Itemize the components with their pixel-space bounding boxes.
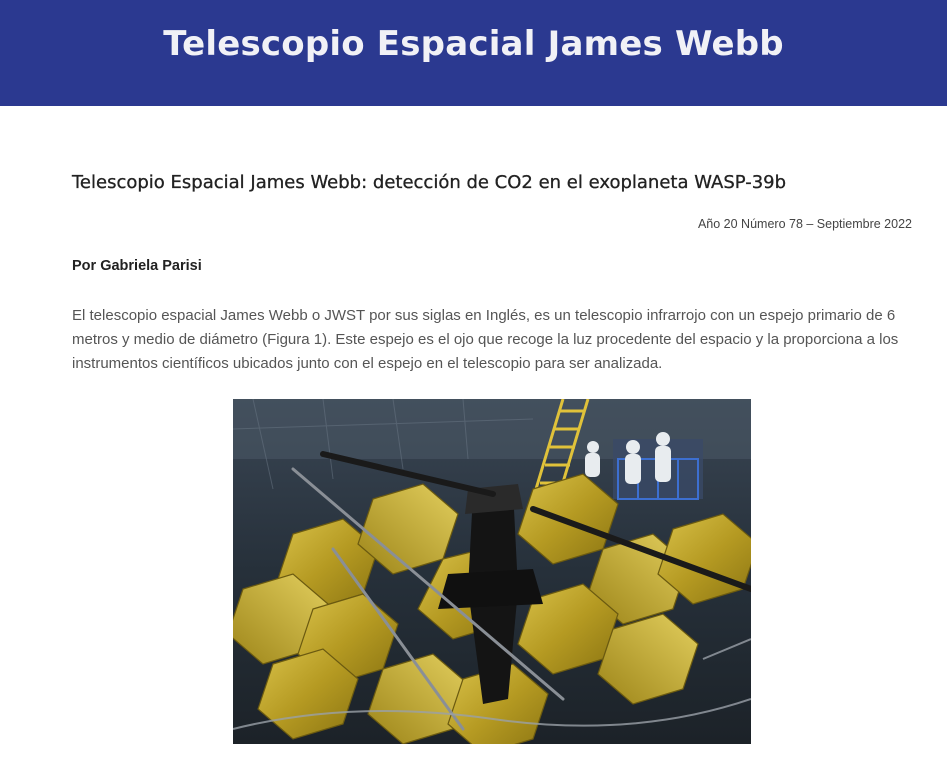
jwst-mirror-photo[interactable] (233, 399, 751, 744)
issue-info: Año 20 Número 78 – Septiembre 2022 (697, 217, 912, 231)
site-title[interactable]: Telescopio Espacial James Webb (163, 24, 784, 64)
article-paragraph: El telescopio espacial James Webb o JWST… (72, 307, 899, 372)
article-title: Telescopio Espacial James Webb: detecció… (72, 172, 787, 193)
jwst-mirror-illustration (233, 399, 751, 744)
article-author: Por Gabriela Parisi (72, 258, 202, 274)
site-header: Telescopio Espacial James Webb (0, 0, 947, 106)
